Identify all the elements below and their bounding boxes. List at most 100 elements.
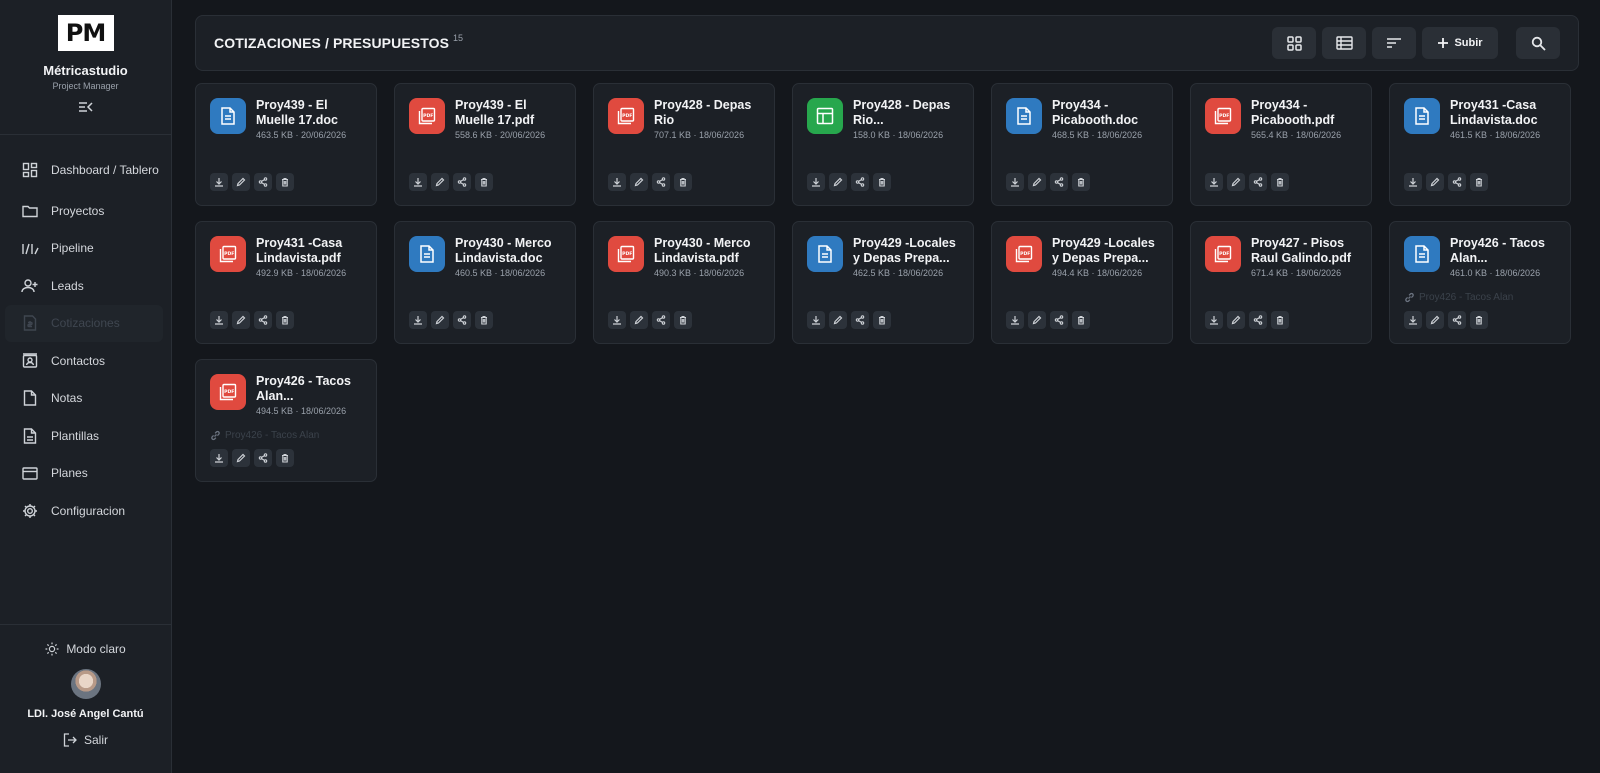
file-card[interactable]: PDF Proy430 - Merco Lindavista.pdf 490.3… [593,221,775,344]
linked-project[interactable]: Proy426 - Tacos Alan [1404,292,1513,303]
delete-button[interactable] [1072,173,1090,191]
sidebar-item-dashboard[interactable]: Dashboard / Tablero [5,148,163,192]
logout-button[interactable]: Salir [63,733,108,747]
edit-button[interactable] [829,173,847,191]
search-button[interactable] [1516,27,1560,59]
file-name: Proy431 -Casa Lindavista.doc [1450,98,1538,127]
download-button[interactable] [1205,311,1223,329]
sidebar-item-contactos[interactable]: Contactos [5,342,163,380]
sort-button[interactable] [1372,27,1416,59]
file-card[interactable]: PDF Proy431 -Casa Lindavista.pdf 492.9 K… [195,221,377,344]
edit-button[interactable] [1426,173,1444,191]
file-card[interactable]: PDF Proy428 - Depas Rio Amazonas.pdf 707… [593,83,775,206]
file-card[interactable]: PDF Proy427 - Pisos Raul Galindo.pdf 671… [1190,221,1372,344]
share-button[interactable] [254,449,272,467]
share-button[interactable] [1249,311,1267,329]
edit-button[interactable] [630,173,648,191]
delete-button[interactable] [873,311,891,329]
edit-button[interactable] [1227,311,1245,329]
file-card[interactable]: Proy429 -Locales y Depas Prepa... 462.5 … [792,221,974,344]
edit-button[interactable] [630,311,648,329]
download-button[interactable] [1404,173,1422,191]
download-button[interactable] [409,311,427,329]
edit-button[interactable] [829,311,847,329]
share-button[interactable] [1050,311,1068,329]
download-button[interactable] [807,311,825,329]
share-button[interactable] [1249,173,1267,191]
file-card[interactable]: Proy428 - Depas Rio... 158.0 KB · 18/06/… [792,83,974,206]
collapse-sidebar-icon[interactable] [77,100,95,114]
download-button[interactable] [1006,311,1024,329]
delete-button[interactable] [873,173,891,191]
sidebar-item-label: Plantillas [51,428,100,443]
share-button[interactable] [453,311,471,329]
edit-button[interactable] [1227,173,1245,191]
delete-button[interactable] [1072,311,1090,329]
delete-button[interactable] [674,311,692,329]
sidebar-item-pipeline[interactable]: Pipeline [5,230,163,268]
download-button[interactable] [409,173,427,191]
edit-button[interactable] [232,449,250,467]
upload-button[interactable]: Subir [1422,27,1498,59]
delete-button[interactable] [276,449,294,467]
edit-button[interactable] [1028,173,1046,191]
share-button[interactable] [254,173,272,191]
sidebar-item-notas[interactable]: Notas [5,380,163,418]
edit-button[interactable] [1426,311,1444,329]
share-button[interactable] [453,173,471,191]
edit-button[interactable] [232,173,250,191]
grid-view-button[interactable] [1272,27,1316,59]
file-card[interactable]: Proy430 - Merco Lindavista.doc 460.5 KB … [394,221,576,344]
edit-button[interactable] [232,311,250,329]
download-button[interactable] [210,173,228,191]
share-button[interactable] [254,311,272,329]
delete-button[interactable] [674,173,692,191]
share-button[interactable] [652,173,670,191]
sidebar-item-planes[interactable]: Planes [5,455,163,493]
sidebar-item-plantillas[interactable]: Plantillas [5,417,163,455]
edit-button[interactable] [431,311,449,329]
share-button[interactable] [652,311,670,329]
download-button[interactable] [210,311,228,329]
sidebar-item-cotizaciones[interactable]: Cotizaciones [5,304,163,342]
edit-button[interactable] [1028,311,1046,329]
download-button[interactable] [1404,311,1422,329]
share-button[interactable] [1050,173,1068,191]
edit-button[interactable] [431,173,449,191]
avatar[interactable] [70,669,101,699]
share-button[interactable] [1448,311,1466,329]
delete-button[interactable] [475,173,493,191]
download-button[interactable] [1205,173,1223,191]
file-card[interactable]: PDF Proy429 -Locales y Depas Prepa... 49… [991,221,1173,344]
download-icon [1210,316,1218,325]
delete-button[interactable] [1470,173,1488,191]
delete-button[interactable] [276,173,294,191]
download-button[interactable] [608,173,626,191]
file-card[interactable]: PDF Proy439 - El Muelle 17.pdf 558.6 KB … [394,83,576,206]
linked-project-label: Proy426 - Tacos Alan [1419,292,1514,303]
delete-button[interactable] [276,311,294,329]
file-card[interactable]: Proy426 - Tacos Alan... 461.0 KB · 18/06… [1389,221,1571,344]
file-card[interactable]: PDF Proy434 - Picabooth.pdf 565.4 KB · 1… [1190,83,1372,206]
file-card[interactable]: Proy439 - El Muelle 17.doc 463.5 KB · 20… [195,83,377,206]
list-view-button[interactable] [1322,27,1366,59]
download-button[interactable] [1006,173,1024,191]
download-button[interactable] [807,173,825,191]
download-button[interactable] [608,311,626,329]
share-button[interactable] [851,311,869,329]
sidebar-item-proyectos[interactable]: Proyectos [5,192,163,230]
file-card[interactable]: Proy431 -Casa Lindavista.doc 461.5 KB · … [1389,83,1571,206]
delete-button[interactable] [1470,311,1488,329]
file-card[interactable]: PDF Proy426 - Tacos Alan... 494.5 KB · 1… [195,359,377,482]
delete-button[interactable] [475,311,493,329]
theme-toggle[interactable]: Modo claro [45,642,126,656]
delete-button[interactable] [1271,311,1289,329]
download-button[interactable] [210,449,228,467]
sidebar-item-leads[interactable]: Leads [5,267,163,305]
delete-button[interactable] [1271,173,1289,191]
share-button[interactable] [1448,173,1466,191]
share-button[interactable] [851,173,869,191]
file-card[interactable]: Proy434 - Picabooth.doc 468.5 KB · 18/06… [991,83,1173,206]
sidebar-item-configuracion[interactable]: Configuracion [5,492,163,530]
linked-project[interactable]: Proy426 - Tacos Alan [210,430,319,441]
